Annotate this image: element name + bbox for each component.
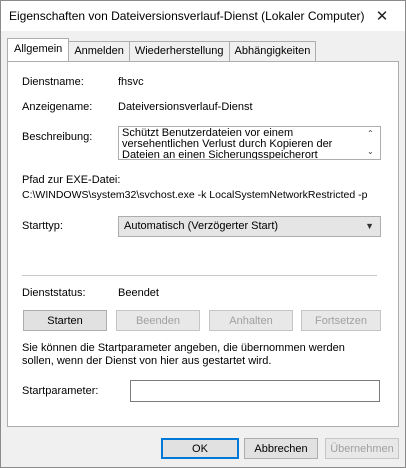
description-label: Beschreibung: — [22, 131, 93, 143]
display-name-value: Dateiversionsverlauf-Dienst — [118, 101, 253, 113]
startup-type-select[interactable]: Automatisch (Verzögerter Start) ▼ — [118, 216, 381, 237]
apply-button[interactable]: Übernehmen — [325, 438, 399, 459]
start-params-hint: Sie können die Startparameter angeben, d… — [22, 342, 345, 367]
title-bar: Eigenschaften von Dateiversionsverlauf-D… — [1, 1, 405, 31]
ok-button[interactable]: OK — [161, 438, 239, 459]
start-button[interactable]: Starten — [23, 310, 107, 331]
resume-button-label: Fortsetzen — [315, 314, 367, 327]
path-label: Pfad zur EXE-Datei: — [22, 174, 121, 186]
start-params-input[interactable] — [130, 380, 380, 402]
separator — [22, 275, 377, 276]
tab-logon[interactable]: Anmelden — [68, 41, 130, 61]
status-value: Beendet — [118, 287, 159, 299]
resume-button[interactable]: Fortsetzen — [301, 310, 381, 331]
pause-button[interactable]: Anhalten — [209, 310, 293, 331]
tab-general[interactable]: Allgemein — [7, 38, 70, 61]
path-value: C:\WINDOWS\system32\svchost.exe -k Local… — [22, 189, 368, 201]
cancel-button[interactable]: Abbrechen — [244, 438, 318, 459]
tab-strip: Allgemein Anmelden Wiederherstellung Abh… — [7, 38, 317, 61]
startup-type-label: Starttyp: — [22, 220, 63, 232]
start-params-label: Startparameter: — [22, 385, 99, 397]
close-icon[interactable]: ✕ — [359, 1, 405, 31]
startup-type-value: Automatisch (Verzögerter Start) — [124, 220, 279, 232]
description-box[interactable]: Schützt Benutzerdateien vor einem verseh… — [118, 126, 381, 160]
start-button-label: Starten — [47, 314, 83, 327]
window-title: Eigenschaften von Dateiversionsverlauf-D… — [9, 9, 365, 23]
service-name-value: fhsvc — [118, 76, 144, 88]
pause-button-label: Anhalten — [229, 314, 273, 327]
scroll-up-icon[interactable]: ⌃ — [367, 129, 374, 138]
chevron-down-icon: ▼ — [365, 221, 374, 231]
tab-recovery[interactable]: Wiederherstellung — [128, 41, 230, 61]
general-panel: Dienstname: fhsvc Anzeigename: Dateivers… — [7, 61, 399, 427]
description-scrollbar[interactable]: ⌃ ⌄ — [364, 127, 380, 159]
service-name-label: Dienstname: — [22, 76, 84, 88]
scroll-down-icon[interactable]: ⌄ — [367, 147, 374, 156]
properties-dialog: Eigenschaften von Dateiversionsverlauf-D… — [0, 0, 406, 468]
apply-button-label: Übernehmen — [330, 442, 394, 455]
stop-button-label: Beenden — [135, 314, 181, 327]
status-label: Dienststatus: — [22, 287, 86, 299]
display-name-label: Anzeigename: — [22, 101, 93, 113]
tab-dependencies[interactable]: Abhängigkeiten — [228, 41, 317, 61]
stop-button[interactable]: Beenden — [116, 310, 200, 331]
cancel-button-label: Abbrechen — [254, 442, 308, 455]
ok-button-label: OK — [192, 442, 208, 455]
description-text: Schützt Benutzerdateien vor einem verseh… — [122, 127, 333, 160]
